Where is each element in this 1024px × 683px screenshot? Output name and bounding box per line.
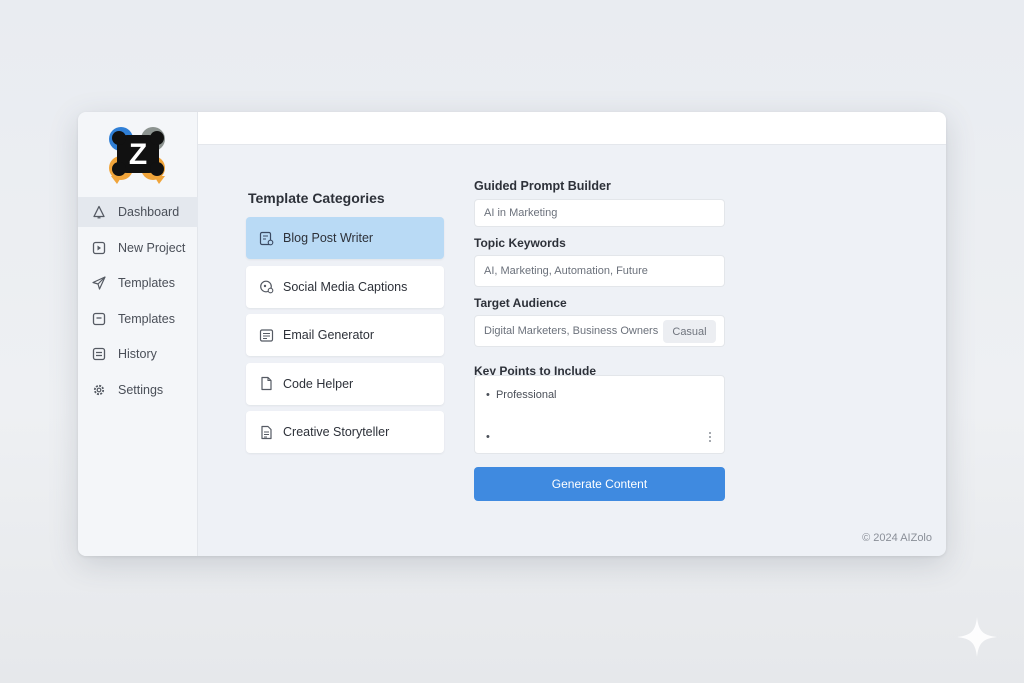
- key-points-textarea[interactable]: • Professional •: [474, 375, 725, 454]
- app-window: Z Dashboard New Project Templates Templa…: [78, 112, 946, 556]
- category-label: Blog Post Writer: [283, 231, 374, 245]
- category-creative-storyteller[interactable]: Creative Storyteller: [246, 411, 444, 453]
- sidebar-item-label: Templates: [118, 311, 175, 326]
- sidebar-item-templates[interactable]: Templates: [78, 268, 198, 298]
- category-label: Email Generator: [283, 328, 375, 342]
- template-category-list: Blog Post Writer Social Media Captions E…: [246, 217, 444, 460]
- story-document-icon: [258, 424, 274, 440]
- sidebar-item-label: New Project: [118, 240, 186, 255]
- target-audience-label: Target Audience: [474, 296, 567, 310]
- document-gear-icon: [258, 230, 274, 246]
- logo-letter: Z: [129, 138, 147, 171]
- template-categories-title: Template Categories: [248, 190, 385, 206]
- envelope-icon: [258, 327, 274, 343]
- category-blog-post-writer[interactable]: Blog Post Writer: [246, 217, 444, 259]
- bell-icon: [91, 204, 107, 220]
- inbox-icon: [91, 311, 107, 327]
- sidebar-item-label: History: [118, 347, 157, 361]
- sidebar-item-new-project[interactable]: New Project: [78, 233, 198, 263]
- category-label: Social Media Captions: [283, 279, 408, 294]
- more-options-icon[interactable]: [708, 431, 712, 443]
- topic-keywords-value: AI, Marketing, Automation, Future: [484, 265, 648, 277]
- generate-content-button[interactable]: Generate Content: [474, 467, 725, 501]
- topic-keywords-input[interactable]: AI, Marketing, Automation, Future: [474, 255, 725, 287]
- target-audience-input[interactable]: Digital Marketers, Business Owners Casua…: [474, 315, 725, 347]
- target-audience-value: Digital Marketers, Business Owners: [484, 325, 659, 337]
- file-icon: [258, 376, 274, 392]
- category-label: Code Helper: [283, 376, 354, 391]
- sidebar: Z Dashboard New Project Templates Templa…: [78, 112, 198, 556]
- topic-input[interactable]: AI in Marketing: [474, 199, 725, 227]
- list-icon: [91, 346, 107, 362]
- category-label: Creative Storyteller: [283, 425, 390, 439]
- share-icon: [258, 279, 274, 295]
- key-point-item: •: [486, 431, 496, 443]
- topic-input-placeholder: AI in Marketing: [484, 207, 558, 219]
- sidebar-item-settings[interactable]: Settings: [78, 375, 198, 405]
- key-point-text: Professional: [495, 389, 557, 401]
- sidebar-item-label: Dashboard: [118, 205, 180, 219]
- sparkle-icon: [957, 617, 997, 657]
- category-code-helper[interactable]: Code Helper: [246, 362, 444, 405]
- sidebar-nav: Dashboard New Project Templates Template…: [78, 197, 198, 410]
- top-bar: [198, 112, 946, 145]
- sidebar-item-label: Templates: [118, 276, 175, 290]
- sidebar-item-dashboard[interactable]: Dashboard: [78, 197, 198, 227]
- sidebar-item-templates-2[interactable]: Templates: [78, 304, 198, 334]
- app-logo[interactable]: Z: [108, 123, 168, 185]
- new-project-icon: [91, 240, 107, 256]
- sidebar-item-history[interactable]: History: [78, 339, 198, 369]
- gear-icon: [91, 382, 107, 398]
- footer-copyright: © 2024 AIZolo: [862, 532, 932, 544]
- category-email-generator[interactable]: Email Generator: [246, 314, 444, 356]
- category-social-media-captions[interactable]: Social Media Captions: [246, 265, 444, 308]
- key-point-item: • Professional: [486, 389, 557, 401]
- paper-plane-icon: [91, 275, 107, 291]
- main-content: Template Categories Blog Post Writer Soc…: [198, 145, 946, 556]
- topic-keywords-label: Topic Keywords: [474, 236, 566, 250]
- tone-chip[interactable]: Casual: [663, 320, 716, 343]
- prompt-builder-title: Guided Prompt Builder: [474, 179, 611, 193]
- sidebar-item-label: Settings: [118, 382, 164, 397]
